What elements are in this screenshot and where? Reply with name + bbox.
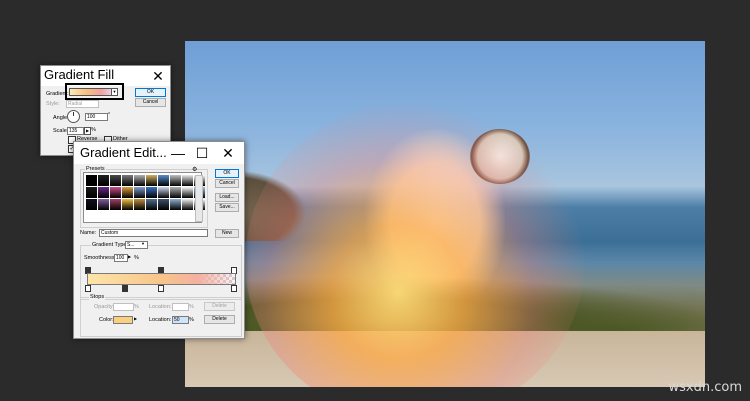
chevron-down-icon[interactable]: ▼ [111, 88, 118, 96]
ok-button[interactable]: OK [215, 169, 239, 178]
preset-swatch[interactable] [122, 175, 133, 186]
name-input[interactable]: Custom [99, 229, 208, 237]
style-label: Style: [46, 101, 60, 107]
light-glow [245, 101, 585, 387]
maximize-icon[interactable]: ☐ [194, 145, 210, 161]
preset-swatch[interactable] [122, 187, 133, 198]
opacity-label: Opacity: [94, 304, 115, 310]
preset-swatch[interactable] [146, 187, 157, 198]
gradient-editor-titlebar[interactable]: Gradient Edit... — ☐ ✕ [74, 142, 244, 164]
gradient-picker[interactable] [69, 88, 113, 96]
preset-swatch[interactable] [170, 199, 181, 210]
close-icon[interactable]: ✕ [220, 145, 236, 161]
gradient-fill-title: Gradient Fill [44, 67, 115, 82]
close-icon[interactable]: ✕ [150, 68, 166, 84]
smoothness-arrow-icon[interactable]: ▶ [128, 254, 131, 259]
presets-grid[interactable] [83, 172, 205, 223]
stops-label: Stops [89, 294, 106, 300]
opacity-input[interactable] [113, 303, 134, 311]
preset-swatch[interactable] [110, 187, 121, 198]
chevron-down-icon[interactable]: ▼ [141, 241, 145, 246]
color-stop-right[interactable] [231, 285, 237, 292]
smoothness-unit: % [134, 255, 139, 261]
color-location-input[interactable]: 50 [172, 316, 189, 324]
style-select[interactable]: Radial [66, 100, 99, 108]
watermark: wsxdn.com [668, 380, 743, 395]
smoothness-input[interactable]: 100 [114, 254, 128, 262]
preset-swatch[interactable] [134, 199, 145, 210]
minimize-icon[interactable]: — [170, 145, 186, 161]
name-label: Name: [80, 230, 97, 236]
preset-swatch[interactable] [146, 199, 157, 210]
color-stop-selected[interactable] [122, 285, 128, 292]
preset-swatch[interactable] [110, 175, 121, 186]
preset-swatch[interactable] [182, 199, 193, 210]
preset-swatch[interactable] [122, 199, 133, 210]
presets-scrollbar[interactable] [195, 175, 203, 222]
preset-swatch[interactable] [98, 199, 109, 210]
preset-swatch[interactable] [158, 187, 169, 198]
opacity-location-input[interactable] [172, 303, 189, 311]
preset-swatch[interactable] [134, 175, 145, 186]
gradient-editor-title: Gradient Edit... [80, 145, 167, 160]
preset-swatch[interactable] [110, 199, 121, 210]
color-stop-mid[interactable] [158, 285, 164, 292]
angle-dial-icon[interactable] [67, 110, 80, 123]
color-arrow-icon[interactable]: ▶ [134, 316, 137, 321]
preset-swatch[interactable] [170, 175, 181, 186]
preset-swatch[interactable] [170, 187, 181, 198]
color-swatch[interactable] [113, 316, 133, 324]
preset-swatch[interactable] [182, 175, 193, 186]
smoothness-label: Smoothness: [84, 255, 117, 261]
gradient-editor-dialog: Gradient Edit... — ☐ ✕ Presets ⚙ OK Canc… [73, 141, 245, 339]
preset-swatch[interactable] [146, 175, 157, 186]
scale-input[interactable]: 135 [67, 127, 84, 135]
scale-label: Scale: [53, 128, 69, 134]
ok-button[interactable]: OK [135, 88, 166, 97]
color-location-label: Location: [149, 317, 172, 323]
preset-swatch[interactable] [158, 175, 169, 186]
preset-swatch[interactable] [182, 187, 193, 198]
gradient-ramp[interactable] [87, 273, 236, 285]
preset-swatch[interactable] [86, 175, 97, 186]
load-button[interactable]: Load... [215, 193, 239, 202]
preset-swatch[interactable] [98, 175, 109, 186]
color-label: Color: [99, 317, 114, 323]
scale-unit: % [91, 127, 96, 133]
scale-arrow-icon[interactable]: ▶ [84, 127, 91, 135]
color-delete-button[interactable]: Delete [204, 315, 235, 324]
preset-swatch[interactable] [158, 199, 169, 210]
preset-swatch[interactable] [86, 199, 97, 210]
opacity-unit: % [134, 304, 139, 310]
angle-unit: ° [108, 112, 111, 118]
preset-swatch[interactable] [86, 187, 97, 198]
photo-canvas [185, 41, 705, 387]
preset-swatch[interactable] [98, 187, 109, 198]
cancel-button[interactable]: Cancel [135, 98, 166, 107]
color-location-unit: % [189, 317, 194, 323]
angle-input[interactable]: 100 [85, 113, 108, 121]
preset-swatch[interactable] [134, 187, 145, 198]
cancel-button[interactable]: Cancel [215, 179, 239, 188]
color-stop-left[interactable] [85, 285, 91, 292]
new-button[interactable]: New [215, 229, 239, 238]
opacity-delete-button[interactable]: Delete [204, 302, 235, 311]
gradient-type-label: Gradient Type: [91, 242, 129, 248]
save-button[interactable]: Save... [215, 203, 239, 212]
opacity-location-label: Location: [149, 304, 172, 310]
opacity-location-unit: % [189, 304, 194, 310]
